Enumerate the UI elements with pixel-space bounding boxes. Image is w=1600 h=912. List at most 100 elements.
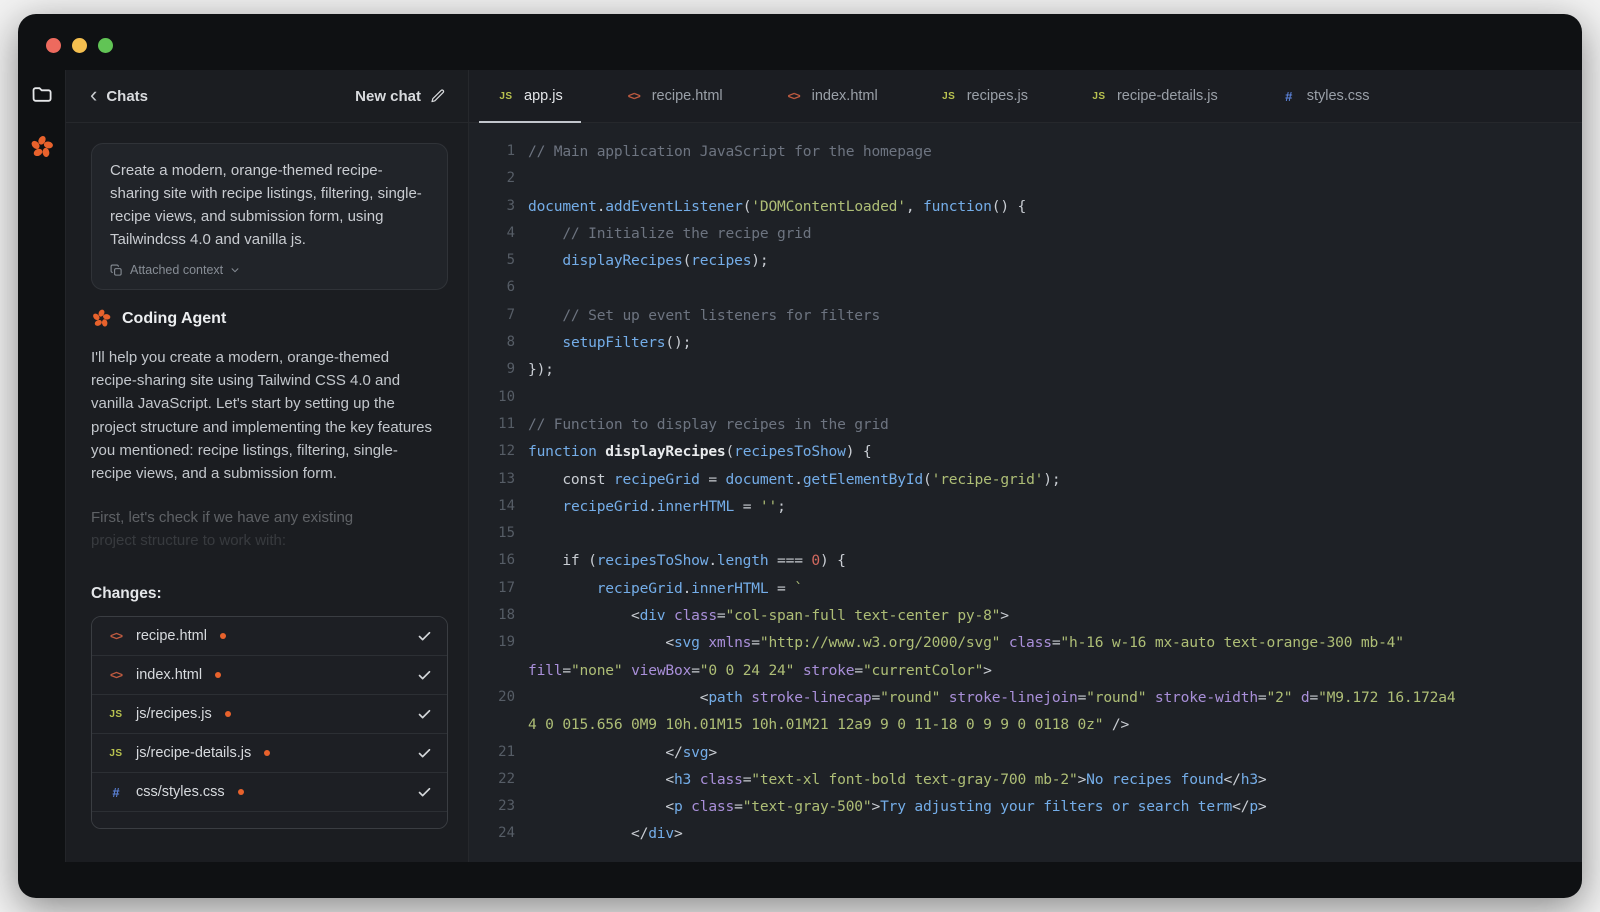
window-controls	[46, 38, 113, 53]
editor-tab[interactable]: JS recipes.js	[922, 70, 1046, 122]
file-type-icon: JS	[1090, 91, 1108, 102]
faded-line: First, let's check if we have any existi…	[91, 506, 448, 529]
chat-panel-header: ‹ Chats New chat	[66, 70, 468, 123]
chevron-down-icon	[230, 265, 240, 275]
file-type-icon: JS	[940, 91, 958, 102]
code-line-text: <p class="text-gray-500">Try adjusting y…	[528, 793, 1267, 820]
left-rail	[18, 70, 66, 862]
code-line-text: recipeGrid.innerHTML = '';	[528, 493, 786, 520]
changes-file-list: <> recipe.html <> index.html JS js/recip…	[91, 616, 448, 829]
code-line: 9 });	[469, 356, 1582, 383]
code-line: 7 // Set up event listeners for filters	[469, 302, 1582, 329]
file-type-icon: #	[107, 785, 125, 800]
check-icon	[417, 668, 432, 683]
code-line-text: // Function to display recipes in the gr…	[528, 411, 889, 438]
line-number: 8	[469, 329, 528, 356]
agent-name: Coding Agent	[122, 310, 226, 328]
changed-file-row[interactable]: # css/styles.css	[92, 773, 447, 812]
line-number: 17	[469, 575, 528, 602]
code-line-text: // Initialize the recipe grid	[528, 220, 811, 247]
changed-file-row[interactable]: JS js/recipes.js	[92, 695, 447, 734]
agent-message-header: Coding Agent	[91, 308, 448, 329]
code-line: 19 <svg xmlns="http://www.w3.org/2000/sv…	[469, 629, 1582, 656]
file-name: js/recipe-details.js	[136, 745, 251, 761]
user-message-card: Create a modern, orange-themed recipe-sh…	[91, 143, 448, 290]
code-line: 4 // Initialize the recipe grid	[469, 220, 1582, 247]
code-line-text: const recipeGrid = document.getElementBy…	[528, 466, 1060, 493]
editor-tab[interactable]: <> index.html	[767, 70, 896, 122]
modified-dot-icon	[225, 711, 231, 717]
line-number: 22	[469, 766, 528, 793]
changed-file-row[interactable]	[92, 812, 447, 828]
tab-label: recipe-details.js	[1117, 88, 1218, 104]
code-line: 23 <p class="text-gray-500">Try adjustin…	[469, 793, 1582, 820]
code-line-text: </div>	[528, 820, 683, 847]
code-line-text: setupFilters();	[528, 329, 691, 356]
line-number: 20	[469, 684, 528, 711]
code-line-text: displayRecipes(recipes);	[528, 247, 768, 274]
code-editor: JS app.js <> recipe.html <> index.html J…	[469, 70, 1582, 862]
file-name: recipe.html	[136, 628, 207, 644]
back-to-chats-button[interactable]: ‹ Chats	[90, 87, 148, 106]
agent-chat-panel: ‹ Chats New chat Create a modern, orange…	[66, 70, 469, 862]
line-number: 2	[469, 165, 528, 192]
line-number: 4	[469, 220, 528, 247]
file-type-icon: <>	[625, 89, 643, 103]
line-number: 5	[469, 247, 528, 274]
user-message-text: Create a modern, orange-themed recipe-sh…	[110, 159, 429, 251]
code-line: 5 displayRecipes(recipes);	[469, 247, 1582, 274]
code-line: 15	[469, 520, 1582, 547]
code-line: 13 const recipeGrid = document.getElemen…	[469, 466, 1582, 493]
file-type-icon: <>	[107, 668, 125, 682]
chats-title: Chats	[106, 88, 148, 105]
folder-icon	[30, 83, 54, 107]
chat-scroll-area[interactable]: Create a modern, orange-themed recipe-sh…	[66, 123, 468, 829]
pencil-icon	[430, 88, 446, 104]
close-window-button[interactable]	[46, 38, 61, 53]
file-name: js/recipes.js	[136, 706, 212, 722]
check-icon	[417, 629, 432, 644]
agent-flower-icon	[91, 308, 112, 329]
check-icon	[417, 707, 432, 722]
code-line-text: function displayRecipes(recipesToShow) {	[528, 438, 872, 465]
check-icon	[417, 785, 432, 800]
project-files-button[interactable]	[29, 82, 55, 108]
code-line: 3 document.addEventListener('DOMContentL…	[469, 193, 1582, 220]
zoom-window-button[interactable]	[98, 38, 113, 53]
attached-context-toggle[interactable]: Attached context	[110, 263, 429, 277]
changed-file-row[interactable]: JS js/recipe-details.js	[92, 734, 447, 773]
editor-tab[interactable]: <> recipe.html	[607, 70, 741, 122]
minimize-window-button[interactable]	[72, 38, 87, 53]
changed-file-row[interactable]: <> recipe.html	[92, 617, 447, 656]
agent-panel-button[interactable]	[29, 134, 55, 160]
file-name: index.html	[136, 667, 202, 683]
modified-dot-icon	[264, 750, 270, 756]
code-line-text: <path stroke-linecap="round" stroke-line…	[528, 684, 1455, 711]
file-type-icon: JS	[107, 709, 125, 720]
code-line-text: fill="none" viewBox="0 0 24 24" stroke="…	[528, 657, 992, 684]
tab-bar: JS app.js <> recipe.html <> index.html J…	[469, 70, 1582, 123]
code-line: 16 if (recipesToShow.length === 0) {	[469, 547, 1582, 574]
line-number: 21	[469, 739, 528, 766]
editor-tab[interactable]: # styles.css	[1262, 70, 1388, 122]
code-line-text: 4 0 015.656 0M9 10h.01M15 10h.01M21 12a9…	[528, 711, 1129, 738]
line-number: 13	[469, 466, 528, 493]
changed-file-row[interactable]: <> index.html	[92, 656, 447, 695]
line-number: 23	[469, 793, 528, 820]
changes-heading: Changes:	[91, 585, 448, 603]
line-number	[469, 711, 528, 738]
tab-label: index.html	[812, 88, 878, 104]
new-chat-button[interactable]: New chat	[355, 88, 446, 105]
agent-flower-icon	[29, 134, 55, 160]
code-area[interactable]: 1 // Main application JavaScript for the…	[469, 123, 1582, 862]
code-line: 1 // Main application JavaScript for the…	[469, 138, 1582, 165]
code-line-text: // Main application JavaScript for the h…	[528, 138, 932, 165]
agent-faded-text: First, let's check if we have any existi…	[91, 506, 448, 552]
code-line: 11 // Function to display recipes in the…	[469, 411, 1582, 438]
line-number	[469, 657, 528, 684]
editor-tab[interactable]: JS app.js	[479, 70, 581, 122]
line-number: 1	[469, 138, 528, 165]
app-window: ‹ Chats New chat Create a modern, orange…	[18, 14, 1582, 898]
editor-tab[interactable]: JS recipe-details.js	[1072, 70, 1236, 122]
modified-dot-icon	[220, 633, 226, 639]
